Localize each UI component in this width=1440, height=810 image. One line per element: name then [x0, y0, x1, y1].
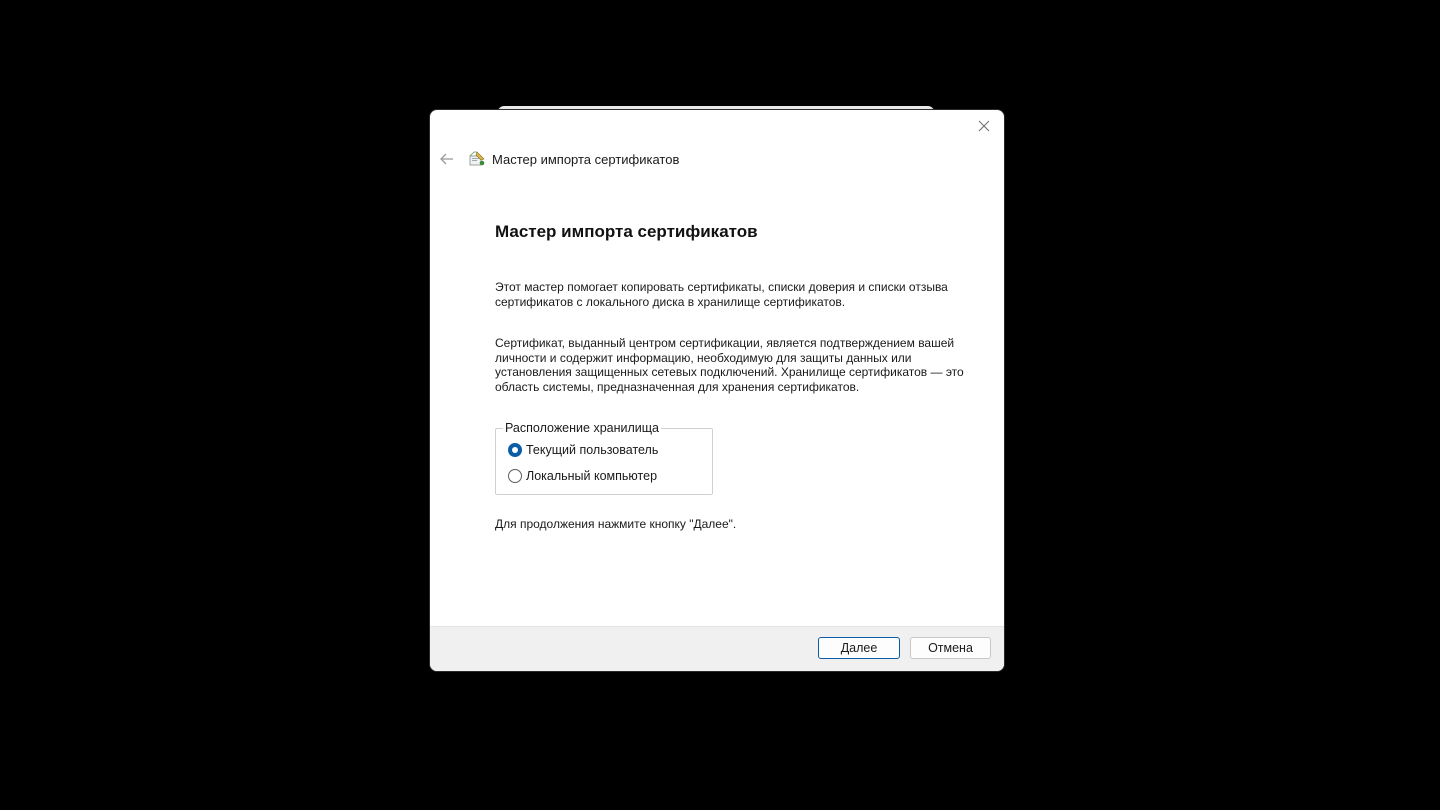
radio-local-machine-label: Локальный компьютер: [526, 469, 658, 483]
radio-current-user[interactable]: Текущий пользователь: [508, 443, 658, 457]
close-icon: [978, 120, 990, 132]
radio-button-unchecked[interactable]: [508, 469, 522, 483]
radio-current-user-label: Текущий пользователь: [526, 443, 659, 457]
wizard-header: Мастер импорта сертификатов: [438, 148, 679, 170]
arrow-left-icon: [440, 153, 453, 165]
intro-paragraph: Этот мастер помогает копировать сертифик…: [495, 280, 948, 309]
wizard-content: Мастер импорта сертификатов Этот мастер …: [495, 222, 965, 532]
description-paragraph: Сертификат, выданный центром сертификаци…: [495, 336, 964, 394]
store-location-group: Расположение хранилища Текущий пользоват…: [495, 421, 713, 495]
radio-local-machine[interactable]: Локальный компьютер: [508, 469, 657, 483]
certificate-import-wizard-dialog: Мастер импорта сертификатов Мастер импор…: [430, 110, 1004, 671]
wizard-footer: Далее Отмена: [430, 626, 1004, 671]
radio-button-checked[interactable]: [508, 443, 522, 457]
continue-hint: Для продолжения нажмите кнопку "Далее".: [495, 517, 737, 531]
page-title: Мастер импорта сертификатов: [495, 222, 758, 241]
next-button[interactable]: Далее: [818, 637, 900, 659]
close-button[interactable]: [972, 114, 996, 138]
store-location-legend: Расположение хранилища: [503, 421, 661, 435]
back-button[interactable]: [438, 150, 456, 168]
certificate-wizard-icon: [469, 151, 485, 166]
wizard-header-title: Мастер импорта сертификатов: [492, 151, 680, 167]
cancel-button[interactable]: Отмена: [910, 637, 991, 659]
